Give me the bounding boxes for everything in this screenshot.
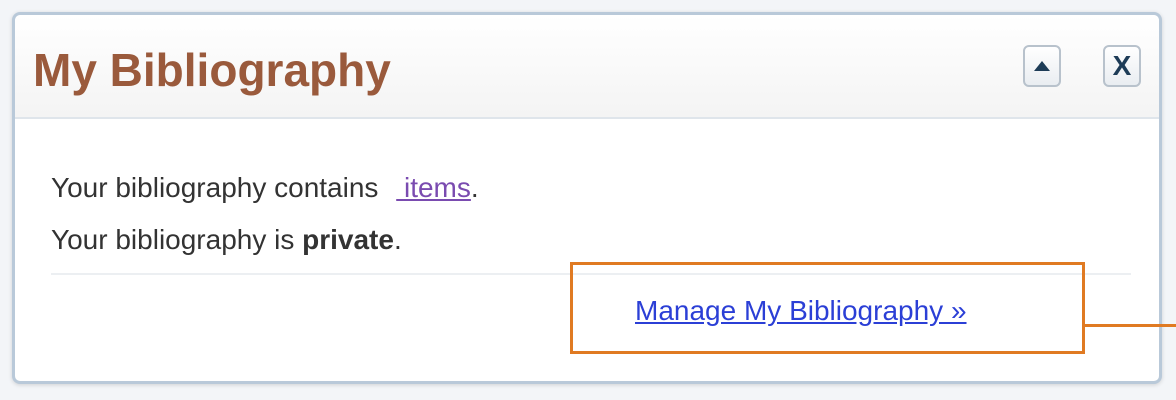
items-label: items bbox=[403, 172, 471, 203]
close-icon: X bbox=[1112, 50, 1132, 81]
item-count-prefix: Your bibliography contains bbox=[51, 172, 387, 203]
panel-title: My Bibliography bbox=[33, 44, 391, 96]
collapse-button[interactable] bbox=[1023, 45, 1061, 87]
visibility-line: Your bibliography is private. bbox=[51, 222, 479, 274]
callout-line bbox=[1085, 324, 1176, 327]
screenshot-stage: My Bibliography X Your bibliography cont… bbox=[0, 0, 1176, 400]
visibility-suffix: . bbox=[393, 224, 402, 255]
panel-header: My Bibliography X bbox=[15, 15, 1159, 119]
visibility-status: private bbox=[302, 224, 394, 255]
items-link[interactable]: items bbox=[386, 172, 471, 203]
panel-body: Your bibliography contains items. Your b… bbox=[51, 170, 479, 274]
highlight-box bbox=[570, 262, 1085, 354]
item-count-suffix: . bbox=[470, 172, 479, 203]
visibility-prefix: Your bibliography is bbox=[51, 224, 303, 255]
triangle-up-icon bbox=[1034, 61, 1050, 71]
close-button[interactable]: X bbox=[1103, 45, 1141, 87]
item-count-line: Your bibliography contains items. bbox=[51, 170, 479, 222]
